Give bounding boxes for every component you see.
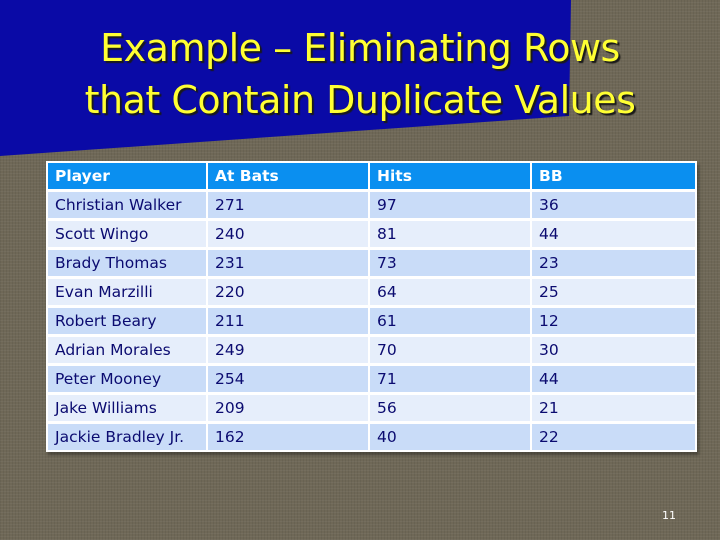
cell-player: Jake Williams <box>48 395 206 421</box>
cell-player: Evan Marzilli <box>48 279 206 305</box>
cell-at-bats: 254 <box>208 366 368 392</box>
stats-table-container: Player At Bats Hits BB Christian Walker 2… <box>46 161 697 452</box>
cell-player: Robert Beary <box>48 308 206 334</box>
cell-at-bats: 220 <box>208 279 368 305</box>
page-number: 11 <box>662 509 676 522</box>
table-row: Brady Thomas 231 73 23 <box>48 250 695 276</box>
cell-bb: 30 <box>532 337 695 363</box>
header-hits: Hits <box>370 163 530 189</box>
cell-hits: 97 <box>370 192 530 218</box>
cell-bb: 12 <box>532 308 695 334</box>
slide-title: Example – Eliminating Rows that Contain … <box>0 22 720 126</box>
cell-player: Adrian Morales <box>48 337 206 363</box>
title-line-2: that Contain Duplicate Values <box>84 78 636 122</box>
cell-hits: 70 <box>370 337 530 363</box>
cell-player: Christian Walker <box>48 192 206 218</box>
table-row: Scott Wingo 240 81 44 <box>48 221 695 247</box>
stats-table: Player At Bats Hits BB Christian Walker 2… <box>46 160 697 453</box>
header-player: Player <box>48 163 206 189</box>
cell-bb: 36 <box>532 192 695 218</box>
cell-bb: 21 <box>532 395 695 421</box>
cell-player: Peter Mooney <box>48 366 206 392</box>
header-bb: BB <box>532 163 695 189</box>
cell-hits: 61 <box>370 308 530 334</box>
cell-at-bats: 211 <box>208 308 368 334</box>
cell-at-bats: 209 <box>208 395 368 421</box>
table-row: Jake Williams 209 56 21 <box>48 395 695 421</box>
cell-hits: 81 <box>370 221 530 247</box>
table-header-row: Player At Bats Hits BB <box>48 163 695 189</box>
title-line-1: Example – Eliminating Rows <box>100 26 620 70</box>
cell-at-bats: 271 <box>208 192 368 218</box>
table-row: Christian Walker 271 97 36 <box>48 192 695 218</box>
cell-at-bats: 231 <box>208 250 368 276</box>
cell-hits: 56 <box>370 395 530 421</box>
cell-hits: 71 <box>370 366 530 392</box>
table-row: Jackie Bradley Jr. 162 40 22 <box>48 424 695 450</box>
cell-hits: 40 <box>370 424 530 450</box>
header-at-bats: At Bats <box>208 163 368 189</box>
table-row: Robert Beary 211 61 12 <box>48 308 695 334</box>
cell-bb: 44 <box>532 366 695 392</box>
cell-at-bats: 249 <box>208 337 368 363</box>
cell-bb: 22 <box>532 424 695 450</box>
cell-bb: 23 <box>532 250 695 276</box>
cell-bb: 44 <box>532 221 695 247</box>
cell-bb: 25 <box>532 279 695 305</box>
table-row: Evan Marzilli 220 64 25 <box>48 279 695 305</box>
table-row: Peter Mooney 254 71 44 <box>48 366 695 392</box>
cell-player: Jackie Bradley Jr. <box>48 424 206 450</box>
cell-hits: 64 <box>370 279 530 305</box>
cell-at-bats: 240 <box>208 221 368 247</box>
cell-at-bats: 162 <box>208 424 368 450</box>
cell-player: Scott Wingo <box>48 221 206 247</box>
cell-player: Brady Thomas <box>48 250 206 276</box>
table-row: Adrian Morales 249 70 30 <box>48 337 695 363</box>
cell-hits: 73 <box>370 250 530 276</box>
